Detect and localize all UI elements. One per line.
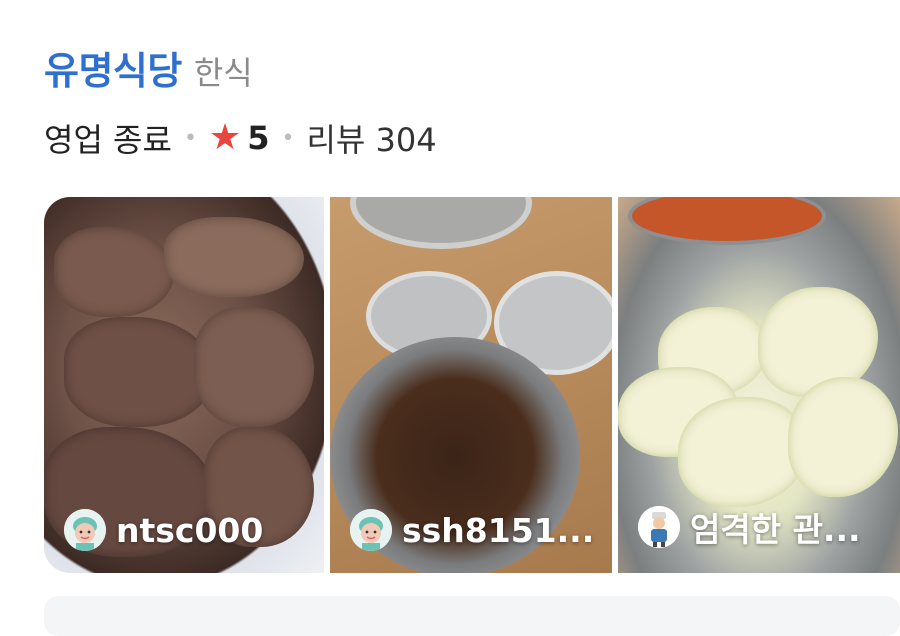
photo-author[interactable]: ssh8151... xyxy=(350,509,594,551)
photo-author[interactable]: 엄격한 관... xyxy=(638,503,861,551)
avatar-chef-icon xyxy=(638,506,680,548)
photo-author[interactable]: ntsc000 xyxy=(64,509,263,551)
avatar-face-icon xyxy=(350,509,392,551)
place-meta: 영업 종료 • ★ 5 • 리뷰 304 xyxy=(44,115,437,161)
place-category: 한식 xyxy=(193,54,253,92)
separator-dot: • xyxy=(281,125,295,151)
separator-dot: • xyxy=(183,125,197,151)
photo-gallery[interactable]: ntsc000 ssh8151... 엄격한 관... xyxy=(44,197,900,573)
business-status: 영업 종료 xyxy=(44,121,172,159)
review-count-link[interactable]: 리뷰 304 xyxy=(306,115,436,161)
place-name[interactable]: 유명식당 xyxy=(44,40,182,95)
photo-author-name: 엄격한 관... xyxy=(690,510,861,549)
meat-slice xyxy=(54,227,174,317)
photo-author-name: ntsc000 xyxy=(116,510,264,550)
place-header: 유명식당 한식 xyxy=(44,40,253,95)
review-photo-1[interactable]: ntsc000 xyxy=(44,197,324,573)
avatar-face-icon xyxy=(64,509,106,551)
next-section-card[interactable] xyxy=(44,596,900,636)
meat-slice xyxy=(64,317,214,427)
meat-slice xyxy=(164,217,304,297)
star-icon: ★ xyxy=(208,117,242,158)
photo-author-name: ssh8151... xyxy=(402,510,595,550)
meat-slice xyxy=(194,307,314,427)
review-photo-2[interactable]: ssh8151... xyxy=(330,197,612,573)
review-photo-3[interactable]: 엄격한 관... xyxy=(618,197,900,573)
rating-value: 5 xyxy=(247,119,270,157)
